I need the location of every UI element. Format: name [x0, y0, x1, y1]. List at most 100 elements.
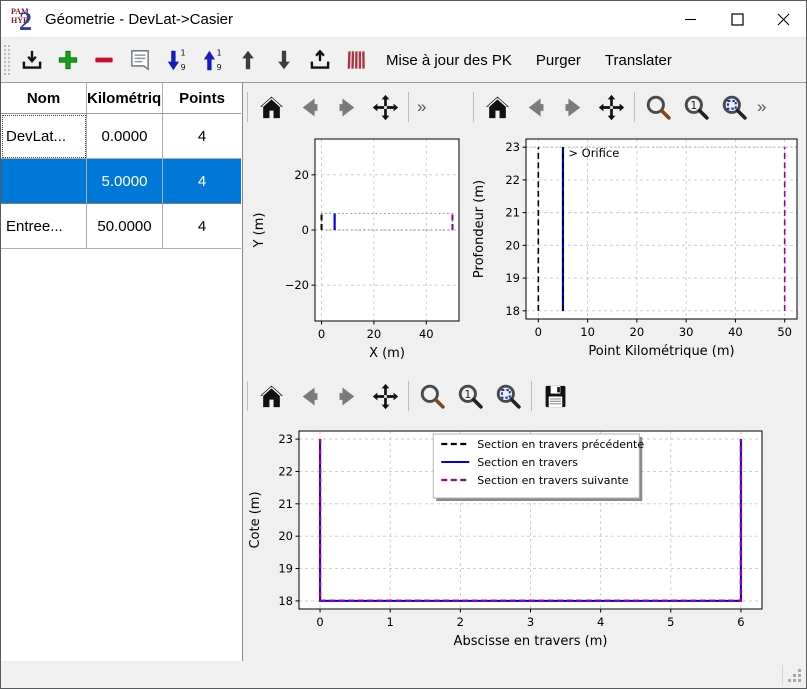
close-button[interactable]: [760, 1, 806, 37]
cell-points[interactable]: 4: [163, 114, 241, 159]
zoom-one-icon: [456, 382, 485, 411]
export-button[interactable]: [304, 42, 336, 78]
toolbar-overflow[interactable]: »: [417, 97, 426, 117]
profile-figure-block: » 01020304050181920212223Point Kilométri…: [469, 83, 806, 371]
zoom-icon: [644, 93, 673, 122]
pan-icon: [371, 382, 400, 411]
forward-button[interactable]: [329, 87, 365, 127]
svg-text:Abscisse en travers (m): Abscisse en travers (m): [454, 634, 608, 649]
forward-icon: [559, 93, 588, 122]
svg-text:0: 0: [318, 327, 325, 341]
add-button[interactable]: [52, 42, 84, 78]
svg-text:X (m): X (m): [369, 346, 405, 361]
svg-text:19: 19: [505, 271, 520, 285]
table-row: DevLat... 0.0000 4: [1, 114, 242, 159]
move-down-button[interactable]: [268, 42, 300, 78]
zoom-fit-button[interactable]: [490, 376, 526, 416]
resize-grip-icon[interactable]: [787, 667, 803, 683]
import-button[interactable]: [16, 42, 48, 78]
toolbar-overflow[interactable]: »: [757, 97, 766, 117]
cell-pk[interactable]: 50.0000: [87, 204, 163, 249]
zoom-fit-icon: [720, 93, 749, 122]
section-plot-canvas[interactable]: 0123456181920212223Abscisse en travers (…: [243, 421, 806, 661]
back-button[interactable]: [291, 87, 327, 127]
home-button[interactable]: [479, 87, 515, 127]
translater-button[interactable]: Translater: [593, 42, 684, 78]
svg-text:30: 30: [679, 325, 694, 339]
maximize-button[interactable]: [714, 1, 760, 37]
sort-ascending-button[interactable]: [196, 42, 228, 78]
forward-icon: [333, 93, 362, 122]
svg-text:Section en travers suivante: Section en travers suivante: [477, 474, 628, 487]
sort-descending-button[interactable]: [160, 42, 192, 78]
cell-name[interactable]: [1, 159, 87, 204]
move-up-button[interactable]: [232, 42, 264, 78]
save-button[interactable]: [537, 376, 573, 416]
zoom-button[interactable]: [640, 87, 676, 127]
svg-text:40: 40: [728, 325, 743, 339]
zoom-button[interactable]: [414, 376, 450, 416]
remove-button[interactable]: [88, 42, 120, 78]
forward-button[interactable]: [555, 87, 591, 127]
column-header-kilometrique[interactable]: Kilométrique: [87, 83, 163, 114]
cell-pk[interactable]: 5.0000: [87, 159, 163, 204]
svg-text:1: 1: [387, 615, 394, 629]
pan-button[interactable]: [593, 87, 629, 127]
column-header-points[interactable]: Points: [163, 83, 241, 114]
status-bar: [1, 661, 806, 688]
remove-icon: [91, 47, 117, 73]
svg-text:Cote (m): Cote (m): [248, 491, 263, 548]
home-icon: [483, 93, 512, 122]
plan-nav-toolbar: »: [243, 83, 469, 131]
column-header-nom[interactable]: Nom: [1, 83, 87, 114]
svg-text:Y (m): Y (m): [252, 213, 267, 249]
move-up-icon: [235, 47, 261, 73]
update-pk-button[interactable]: Mise à jour des PK: [374, 42, 524, 78]
svg-text:21: 21: [505, 206, 520, 220]
toolbar-drag-handle[interactable]: [4, 45, 10, 75]
svg-text:0: 0: [316, 615, 323, 629]
app-icon: PAM HYR 2: [10, 6, 38, 32]
svg-text:20: 20: [278, 529, 293, 543]
forward-button[interactable]: [329, 376, 365, 416]
home-button[interactable]: [253, 87, 289, 127]
cell-pk[interactable]: 0.0000: [87, 114, 163, 159]
zoom-fit-button[interactable]: [716, 87, 752, 127]
zoom-fit-icon: [494, 382, 523, 411]
purger-button[interactable]: Purger: [524, 42, 593, 78]
profile-plot-canvas[interactable]: 01020304050181920212223Point Kilométriqu…: [469, 131, 806, 371]
minimize-button[interactable]: [668, 1, 714, 37]
save-icon: [541, 382, 570, 411]
cell-name[interactable]: Entree...: [1, 204, 87, 249]
move-down-icon: [271, 47, 297, 73]
section-figure-block: 0123456181920212223Abscisse en travers (…: [243, 371, 806, 661]
back-button[interactable]: [291, 376, 327, 416]
pan-button[interactable]: [367, 376, 403, 416]
plan-figure-block: » 02040−20020X (m)Y (m): [243, 83, 469, 371]
section-nav-toolbar: [243, 371, 806, 421]
title-bar: PAM HYR 2 Géometrie - DevLat->Casier: [1, 1, 806, 37]
svg-text:> Orifice: > Orifice: [568, 146, 619, 160]
back-button[interactable]: [517, 87, 553, 127]
zoom-one-button[interactable]: [678, 87, 714, 127]
cell-points[interactable]: 4: [163, 159, 241, 204]
svg-text:3: 3: [527, 615, 534, 629]
stripes-button[interactable]: [340, 42, 372, 78]
export-icon: [307, 47, 333, 73]
svg-text:6: 6: [737, 615, 744, 629]
zoom-one-button[interactable]: [452, 376, 488, 416]
forward-icon: [333, 382, 362, 411]
svg-text:Section en travers: Section en travers: [477, 456, 578, 469]
home-button[interactable]: [253, 376, 289, 416]
plan-plot-canvas[interactable]: 02040−20020X (m)Y (m): [243, 131, 469, 371]
cell-points[interactable]: 4: [163, 204, 241, 249]
cell-name[interactable]: DevLat...: [1, 114, 87, 159]
svg-text:23: 23: [278, 432, 293, 446]
svg-text:18: 18: [505, 304, 520, 318]
stripes-icon: [343, 47, 369, 73]
minimize-icon: [685, 13, 697, 25]
notes-button[interactable]: [124, 42, 156, 78]
pan-button[interactable]: [367, 87, 403, 127]
table-row-selected: 5.0000 4: [1, 159, 242, 204]
svg-text:23: 23: [505, 140, 520, 154]
